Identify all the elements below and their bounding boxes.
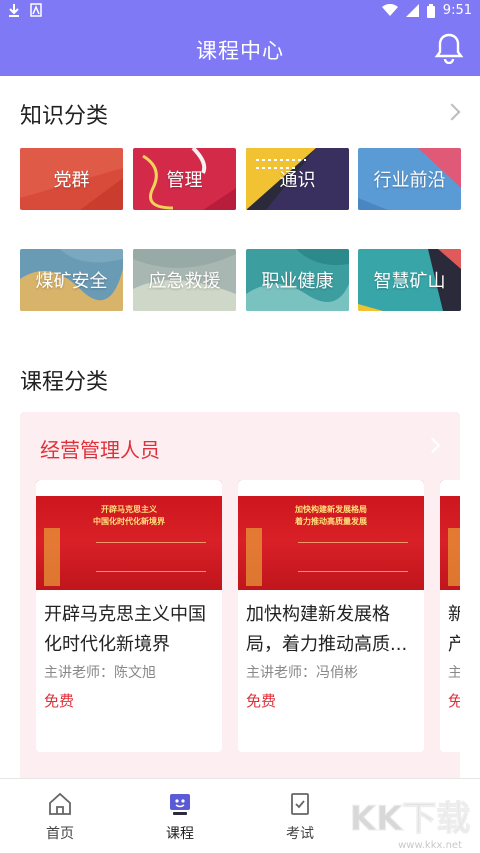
category-tile-party[interactable]: 党群	[20, 148, 123, 210]
course-teacher: 主讲老师：陈文旭	[44, 665, 156, 681]
home-icon	[49, 792, 71, 815]
wifi-icon	[381, 4, 398, 16]
course-teacher: 主讲老师：冯俏彬	[246, 665, 358, 681]
category-tile-industry[interactable]: 行业前沿	[358, 148, 461, 210]
category-tile-general[interactable]: 通识	[246, 148, 349, 210]
app-bar: 课程中心	[0, 22, 480, 76]
category-tile-emergency[interactable]: 应急救援	[133, 249, 236, 311]
banner-title-line1: 加快构建新发展格局	[295, 505, 367, 514]
banner-title-line2: 中国化时代化新境界	[93, 517, 165, 526]
course-card[interactable]: 开辟马克思主义 中国化时代化新境界 开辟马克思主义中国化时代化新境界 主讲老师：…	[36, 480, 222, 752]
download-icon	[9, 4, 19, 17]
course-title: 加快构建新发展格局，着力推动高质...	[246, 604, 408, 655]
course-teacher: 主	[448, 665, 460, 681]
category-tile-smart-mine[interactable]: 智慧矿山	[358, 249, 461, 311]
course-panel-chevron-icon[interactable]	[424, 437, 441, 454]
banner-title-line2: 着力推动高质量发展	[295, 517, 367, 526]
course-price: 免费	[246, 692, 277, 710]
category-label: 职业健康	[261, 271, 334, 292]
nav-label: 课程	[166, 826, 194, 842]
category-label: 煤矿安全	[35, 271, 108, 292]
category-tile-management[interactable]: 管理	[133, 148, 236, 210]
svg-text:KK下载: KK下载	[350, 799, 470, 839]
knowledge-more-chevron-icon[interactable]	[443, 103, 461, 121]
watermark-text: www.kkx.net	[398, 840, 462, 851]
course-card[interactable]: 新产 主 免	[440, 480, 460, 752]
category-tile-coal-safety[interactable]: 煤矿安全	[20, 249, 123, 311]
app-notification-icon	[30, 3, 42, 17]
course-price: 免费	[44, 692, 75, 710]
nav-label: 首页	[46, 826, 74, 842]
category-label: 行业前沿	[373, 170, 446, 191]
course-panel: 经营管理人员 开辟马克思主义 中国化时代化新境界 开辟马克思主义中国化时代化新境…	[20, 412, 460, 778]
course-panel-title: 经营管理人员	[40, 438, 160, 462]
category-label: 智慧矿山	[373, 271, 446, 292]
course-title: 开辟马克思主义中国化时代化新境界	[44, 604, 206, 655]
course-banner-image: 开辟马克思主义 中国化时代化新境界	[36, 480, 222, 590]
course-price: 免	[448, 692, 460, 710]
category-label: 管理	[166, 170, 203, 191]
category-label: 通识	[279, 170, 316, 191]
kkx-watermark-logo: KK下载	[350, 799, 470, 840]
nav-item-exam[interactable]: 考试	[260, 791, 340, 843]
nav-label: 考试	[286, 826, 314, 842]
category-label: 党群	[53, 170, 90, 191]
knowledge-section-title: 知识分类	[20, 104, 109, 129]
main-content: 知识分类 党群 管理 通识 行业前沿 煤矿安全 应急救援 职业健康 智慧矿山 课…	[0, 76, 480, 778]
nav-item-home[interactable]: 首页	[20, 791, 100, 843]
banner-title-line1: 开辟马克思主义	[101, 505, 157, 514]
battery-icon	[426, 3, 435, 18]
signal-icon	[405, 4, 419, 17]
course-icon	[170, 794, 190, 815]
course-section-title: 课程分类	[20, 370, 109, 395]
category-label: 应急救援	[148, 271, 221, 292]
course-banner-image	[440, 480, 460, 590]
status-time: 9:51	[442, 3, 472, 18]
exam-icon	[291, 793, 309, 815]
page-title: 课程中心	[196, 39, 284, 63]
course-banner-image: 加快构建新发展格局 着力推动高质量发展	[238, 480, 424, 590]
bell-icon[interactable]	[434, 32, 464, 64]
course-card[interactable]: 加快构建新发展格局 着力推动高质量发展 加快构建新发展格局，着力推动高质... …	[238, 480, 424, 752]
status-bar: 9:51	[0, 0, 480, 22]
category-tile-occupational-health[interactable]: 职业健康	[246, 249, 349, 311]
nav-item-course[interactable]: 课程	[140, 791, 220, 843]
course-title: 新产	[448, 604, 460, 655]
